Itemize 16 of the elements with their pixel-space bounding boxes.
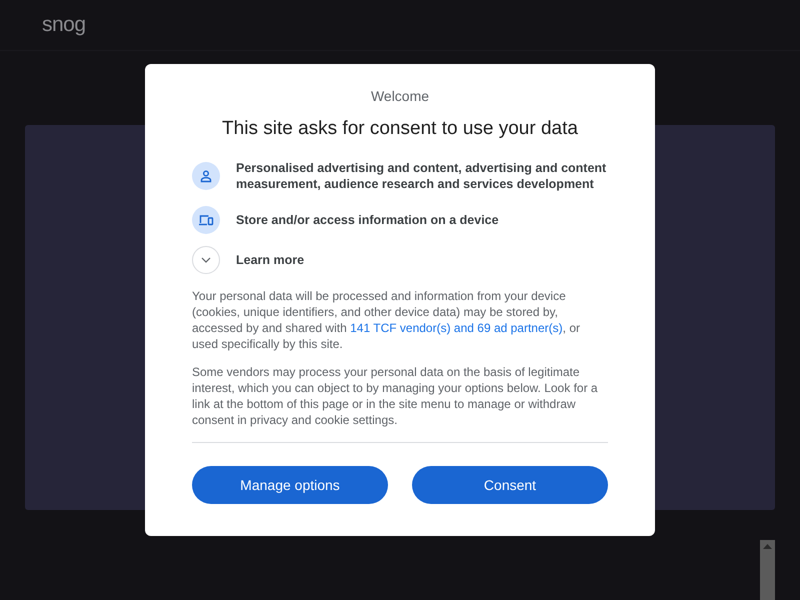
consent-button[interactable]: Consent [412, 466, 608, 504]
scrollbar[interactable] [760, 540, 775, 600]
dialog-title: This site asks for consent to use your data [221, 118, 579, 140]
expand-button[interactable] [192, 246, 220, 274]
site-logo[interactable]: snog [42, 13, 86, 37]
purpose-text: Personalised advertising and content, advertising and content measurement, audience research and services development [236, 160, 608, 192]
purpose-text: Store and/or access information on a device [236, 212, 499, 228]
person-icon [199, 169, 213, 183]
vendors-link[interactable]: 141 TCF vendor(s) and 69 ad partner(s) [350, 321, 563, 335]
consent-paragraph: Some vendors may process your personal data on the basis of legitimate interest, which you can object to by managing your options below. Look for a link at the bottom of this page or in the site menu to manage or withdraw consent in privacy and cookie settings. [192, 364, 599, 428]
consent-paragraph: Your personal data will be processed and information from your device (cookies, unique identifiers, and other device data) may be stored by, accessed by and shared with 141 TCF vendor(s) and 69 ad partner(s), or used specifically by this site. [192, 288, 581, 352]
manage-options-button[interactable]: Manage options [192, 466, 388, 504]
dialog-eyebrow: Welcome [370, 88, 430, 104]
devices-icon [198, 213, 214, 227]
learn-more-label[interactable]: Learn more [236, 252, 304, 268]
scroll-up-arrow-icon[interactable] [763, 544, 772, 549]
